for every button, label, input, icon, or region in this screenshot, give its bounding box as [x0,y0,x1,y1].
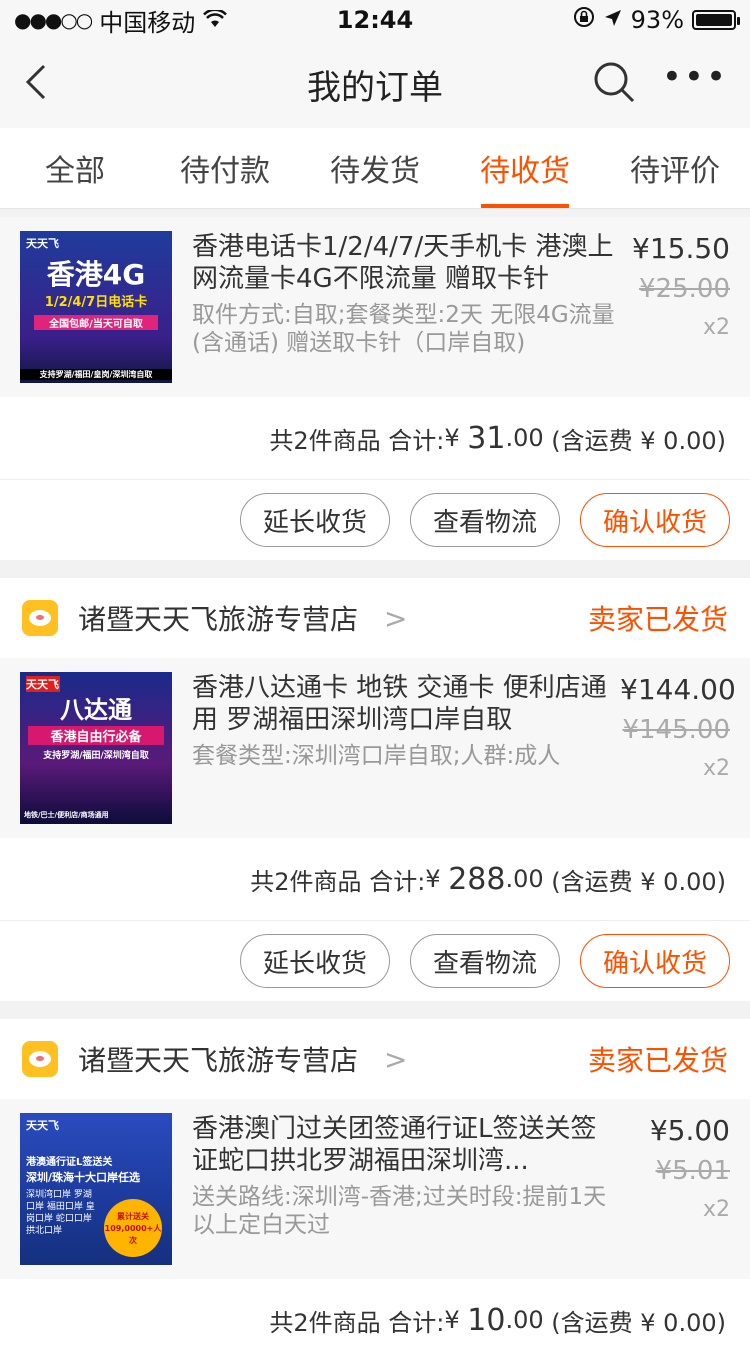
signal-icon: ●●●○○ [14,8,93,32]
product-image: 天天飞 香港4G 1/2/4/7日电话卡 全国包邮/当天可自取 支持罗湖/福田/… [20,231,172,383]
order-item[interactable]: 天天飞 八达通 香港自由行必备 支持罗湖/福田/深圳湾自取 地铁/巴士/便利店/… [0,658,750,838]
product-price: ¥144.00 [620,673,736,706]
nav-bar: 我的订单 ••• [0,40,750,128]
order-item[interactable]: 天天飞 香港4G 1/2/4/7日电话卡 全国包邮/当天可自取 支持罗湖/福田/… [0,217,750,397]
order-card: 诸暨天天飞旅游专营店 > 卖家已发货 天天飞 港澳通行证L签送关 深圳/珠海十大… [0,1019,750,1361]
product-price: ¥5.00 [649,1114,730,1147]
tab-pending-payment[interactable]: 待付款 [150,128,300,208]
chevron-right-icon: > [384,1042,408,1076]
product-spec: 套餐类型:深圳湾口岸自取;人群:成人 [192,743,561,769]
back-icon[interactable] [22,62,52,106]
shop-header[interactable]: 诸暨天天飞旅游专营店 > 卖家已发货 [0,578,750,658]
product-spec: 取件方式:自取;套餐类型:2天 无限4G流量(含通话) 赠送取卡针（口岸自取) [192,302,615,356]
product-quantity: x2 [702,1197,730,1222]
product-quantity: x2 [702,315,730,340]
original-price: ¥145.00 [622,715,730,745]
tab-pending-receipt[interactable]: 待收货 [450,128,600,208]
extend-receipt-button[interactable]: 延长收货 [240,934,390,988]
original-price: ¥5.01 [655,1156,730,1186]
order-total: 288 [448,861,506,897]
clock: 12:44 [336,6,414,34]
order-status: 卖家已发货 [587,603,728,636]
original-price: ¥25.00 [639,274,730,304]
location-icon [603,6,623,34]
wifi-icon [203,6,228,34]
view-logistics-button[interactable]: 查看物流 [410,934,560,988]
product-title: 香港八达通卡 地铁 交通卡 便利店通用 罗湖福田深圳湾口岸自取 [192,673,607,735]
tab-all[interactable]: 全部 [0,128,150,208]
view-logistics-button[interactable]: 查看物流 [410,493,560,547]
confirm-receipt-button[interactable]: 确认收货 [580,493,730,547]
order-item[interactable]: 天天飞 港澳通行证L签送关 深圳/珠海十大口岸任选 深圳湾口岸 罗湖口岸 福田口… [0,1099,750,1279]
carrier-label: 中国移动 [99,8,196,37]
extend-receipt-button[interactable]: 延长收货 [240,493,390,547]
product-quantity: x2 [702,756,730,781]
shop-logo-icon [22,1041,58,1077]
order-actions: 延长收货 查看物流 确认收货 [0,480,750,560]
battery-icon [692,10,740,30]
confirm-receipt-button[interactable]: 确认收货 [580,934,730,988]
product-spec: 送关路线:深圳湾-香港;过关时段:提前1天以上定白天过 [192,1184,607,1238]
shop-name: 诸暨天天飞旅游专营店 [78,603,359,636]
product-title: 香港电话卡1/2/4/7/天手机卡 港澳上网流量卡4G不限流量 赠取卡针 [192,232,614,294]
order-total: 10 [467,1302,506,1338]
product-image: 天天飞 港澳通行证L签送关 深圳/珠海十大口岸任选 深圳湾口岸 罗湖口岸 福田口… [20,1113,172,1265]
order-summary: 共2件商品 合计: ¥ 31.00 (含运费 ¥ 0.00) [0,397,750,480]
shop-header[interactable]: 诸暨天天飞旅游专营店 > 卖家已发货 [0,1019,750,1099]
shop-logo-icon [22,600,58,636]
order-card: 天天飞 香港4G 1/2/4/7日电话卡 全国包邮/当天可自取 支持罗湖/福田/… [0,217,750,560]
more-icon[interactable]: ••• [662,60,728,94]
order-total: 31 [467,420,506,456]
shop-name: 诸暨天天飞旅游专营店 [78,1044,359,1077]
order-card: 诸暨天天飞旅游专营店 > 卖家已发货 天天飞 八达通 香港自由行必备 支持罗湖/… [0,578,750,1001]
tab-pending-review[interactable]: 待评价 [600,128,750,208]
rotation-lock-icon [573,6,595,34]
order-actions: 延长收货 查看物流 确认收货 [0,921,750,1001]
product-image: 天天飞 八达通 香港自由行必备 支持罗湖/福田/深圳湾自取 地铁/巴士/便利店/… [20,672,172,824]
page-title: 我的订单 [307,67,443,108]
order-summary: 共2件商品 合计: ¥ 288.00 (含运费 ¥ 0.00) [0,838,750,921]
battery-percent: 93% [630,6,684,34]
tab-pending-shipment[interactable]: 待发货 [300,128,450,208]
product-title: 香港澳门过关团签通行证L签送关签证蛇口拱北罗湖福田深圳湾... [192,1114,597,1176]
order-tabs: 全部 待付款 待发货 待收货 待评价 [0,128,750,209]
order-summary: 共2件商品 合计: ¥ 10.00 (含运费 ¥ 0.00) [269,1302,726,1338]
chevron-right-icon: > [384,601,408,635]
order-status: 卖家已发货 [587,1044,728,1077]
status-bar: ●●●○○ 中国移动 12:44 93% [0,0,750,40]
search-icon[interactable] [592,60,636,108]
product-price: ¥15.50 [632,232,730,265]
